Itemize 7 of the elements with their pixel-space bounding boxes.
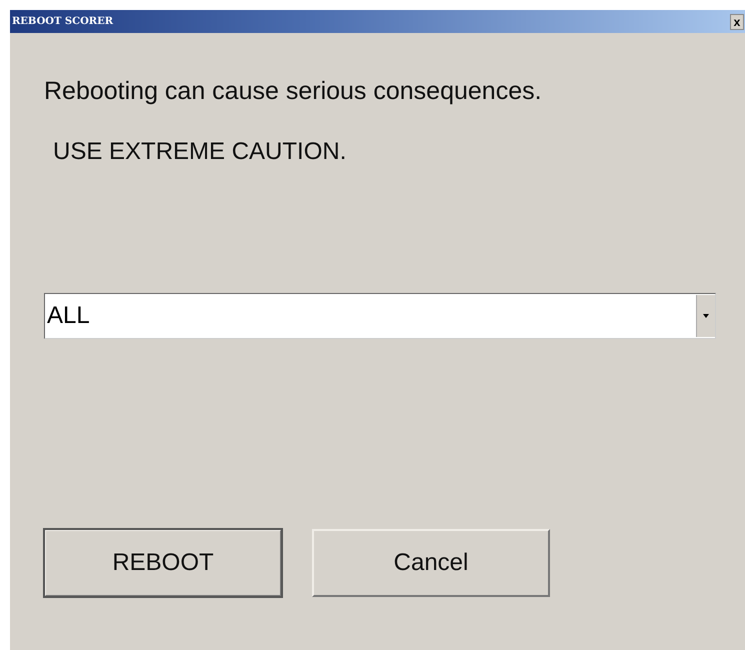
message-text: Rebooting can cause serious consequences. xyxy=(44,77,543,106)
dialog-button[interactable]: REBOOT xyxy=(44,529,282,597)
window-title: REBOOT SCORER xyxy=(12,16,114,27)
dialog-button[interactable]: Cancel xyxy=(312,529,550,597)
close-button[interactable]: x xyxy=(730,14,744,30)
warning-text: USE EXTREME CAUTION. xyxy=(53,138,348,166)
dropdown-field[interactable]: ALL xyxy=(44,293,716,339)
